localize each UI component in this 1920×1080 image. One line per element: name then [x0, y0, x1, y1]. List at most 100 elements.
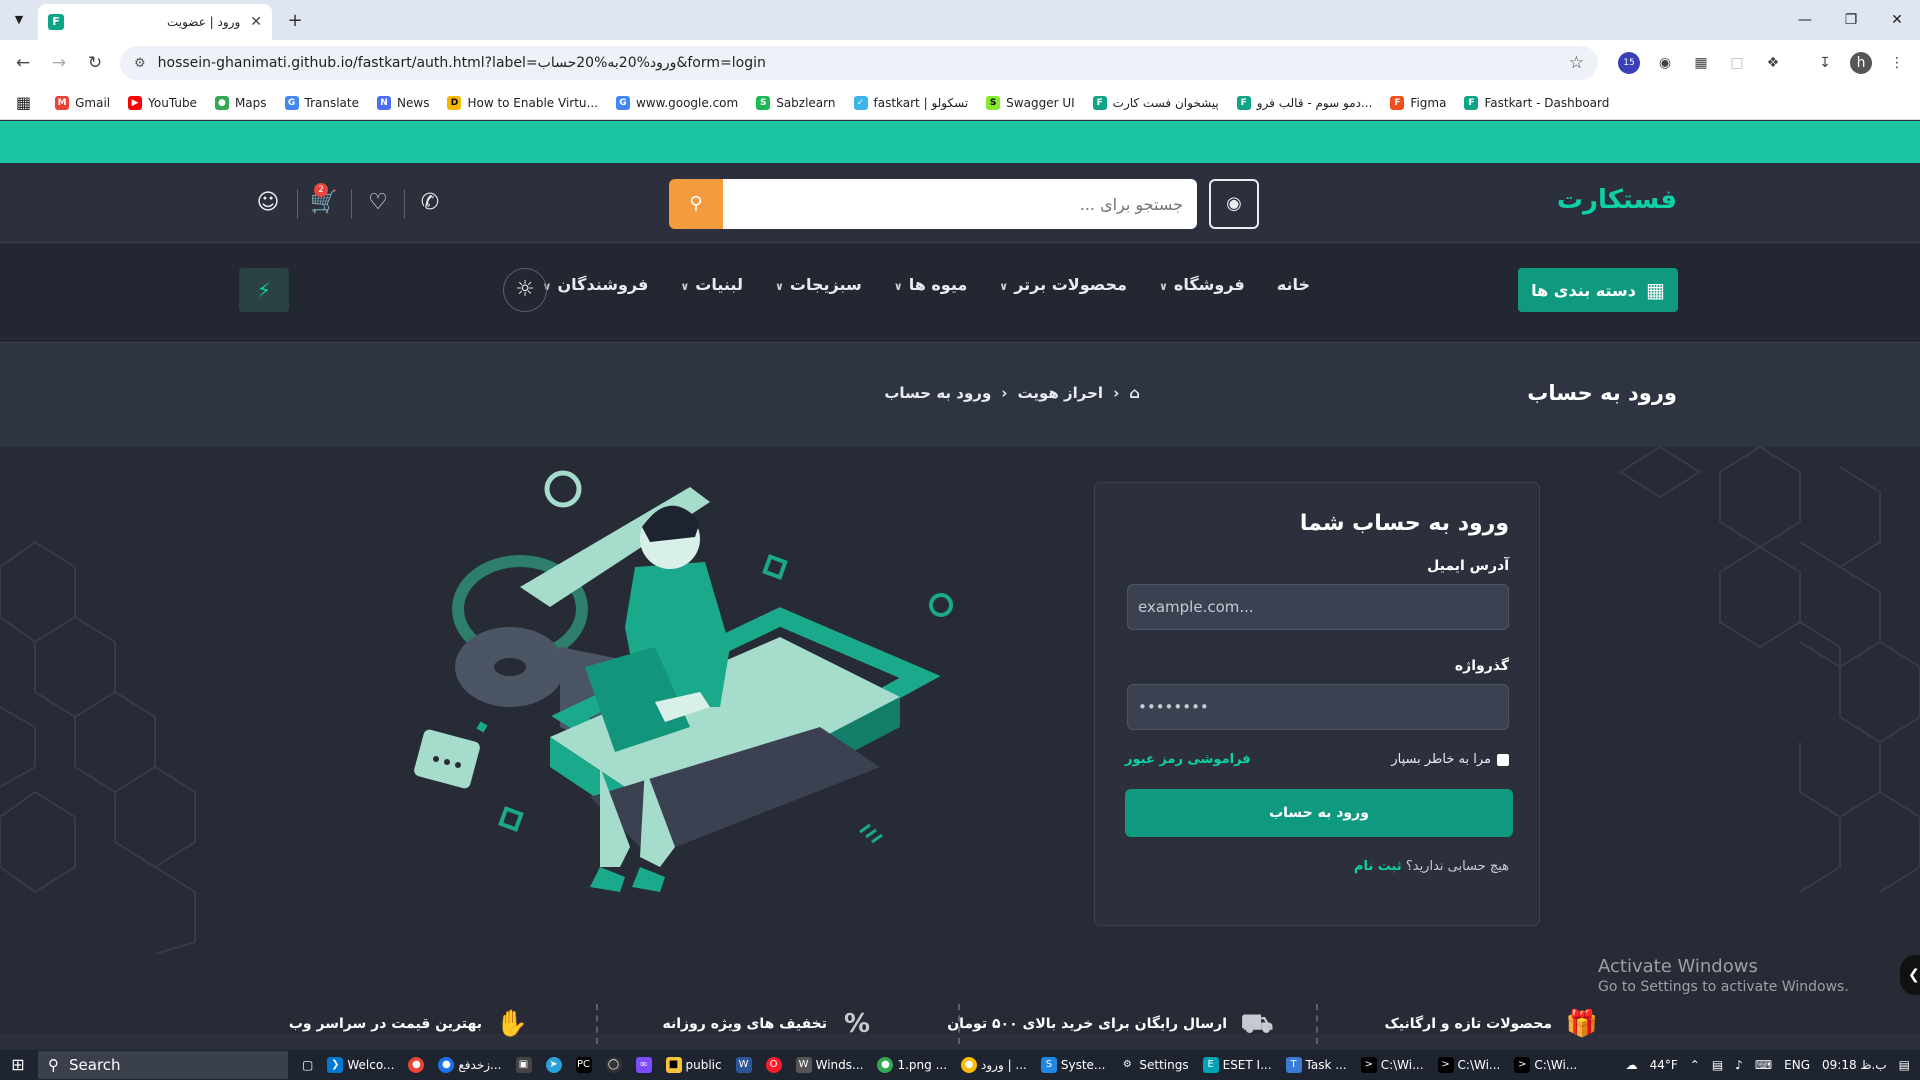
browser-tab[interactable]: F ورود | عضویت ✕ [38, 4, 272, 40]
minimize-icon[interactable]: — [1782, 0, 1828, 40]
extensions-puzzle-icon[interactable]: ❖ [1762, 52, 1784, 74]
taskbar-app-pycharm[interactable]: PC [575, 1057, 592, 1073]
bookmark-google[interactable]: Gwww.google.com [615, 95, 738, 110]
taskbar-app-chrome[interactable]: ● [408, 1057, 425, 1073]
nav-item-fruits[interactable]: میوه ها ∨ [894, 275, 968, 294]
lightning-icon[interactable]: ⚡ [239, 268, 289, 312]
bookmark-sabzlearn[interactable]: S Sabzlearn [756, 95, 836, 110]
apps-grid-icon[interactable]: ▦ [16, 93, 31, 112]
site-info-icon[interactable]: ⚙ [134, 56, 146, 71]
taskbar-search[interactable]: ⚲ Search [38, 1051, 288, 1079]
nav-item-dairy[interactable]: لبنیات ∨ [680, 275, 743, 294]
location-pin-icon[interactable]: ◉ [1209, 179, 1259, 229]
no-account-text: هیچ حسابی ندارید؟ [1405, 859, 1509, 874]
forgot-password-link[interactable]: فراموشی رمز عبور [1125, 752, 1251, 767]
home-icon[interactable]: ⌂ [1129, 384, 1140, 402]
language-indicator[interactable]: ENG [1784, 1058, 1810, 1072]
bookmark-fastkart-dashboard[interactable]: F Fastkart - Dashboard [1464, 95, 1609, 110]
bookmark-gmail[interactable]: M Gmail [55, 95, 110, 110]
volume-icon[interactable]: ♪ [1735, 1058, 1743, 1072]
breadcrumb-auth[interactable]: احراز هویت [1017, 384, 1103, 402]
notifications-icon[interactable]: ▤ [1899, 1058, 1910, 1072]
search-input[interactable] [723, 179, 1197, 229]
bookmark-fastkart-taskolo[interactable]: ✓ fastkart | تسکولو [853, 95, 968, 110]
extension-blank-icon[interactable]: □ [1726, 52, 1748, 74]
url-text[interactable]: hossein-ghanimati.github.io/fastkart/aut… [158, 55, 1569, 71]
weather-icon[interactable]: ☁ [1626, 1058, 1638, 1072]
network-icon[interactable]: ▤ [1712, 1058, 1723, 1072]
taskbar-app-telegram[interactable]: ➤ [545, 1057, 562, 1073]
sun-theme-icon[interactable]: ☼ [503, 268, 547, 312]
signup-link[interactable]: ثبت نام [1354, 859, 1402, 874]
taskbar-app-login[interactable]: ● ورود | ... [961, 1057, 1027, 1073]
taskbar-app-image[interactable]: ● 1.png ... [877, 1057, 947, 1073]
taskbar-app-task[interactable]: T Task ... [1285, 1057, 1347, 1073]
clock[interactable]: 09:18 ب.ظ [1822, 1058, 1887, 1072]
phone-icon[interactable]: ✆ [412, 185, 448, 221]
downloads-icon[interactable]: ↧ [1814, 52, 1836, 74]
extension-calendar-icon[interactable]: ▦ [1690, 52, 1712, 74]
password-field[interactable]: •••••••• [1127, 684, 1509, 730]
taskbar-app-github[interactable]: ◯ [605, 1057, 622, 1073]
browser-menu-icon[interactable]: ⋮ [1886, 52, 1908, 74]
tray-chevron-up-icon[interactable]: ⌃ [1690, 1058, 1700, 1072]
taskbar-app-windsurf[interactable]: W Winds... [795, 1057, 863, 1073]
bookmark-dashboard-fa[interactable]: F پیشخوان فست کارت [1092, 95, 1219, 110]
close-tab-icon[interactable]: ✕ [250, 14, 262, 30]
taskbar-app-cmd3[interactable]: > C:\Wi... [1514, 1057, 1577, 1073]
task-view-icon[interactable]: ▢ [302, 1058, 313, 1072]
email-field[interactable]: example.com... [1127, 584, 1509, 630]
taskbar-app-word[interactable]: W [735, 1057, 752, 1073]
heart-icon[interactable]: ♡ [360, 185, 396, 221]
bookmarks-bar: ▦ M Gmail ▶ YouTube ● Maps G Translate N News… [0, 86, 1920, 120]
nav-item-vegetables[interactable]: سبزیجات ∨ [775, 275, 862, 294]
new-tab-button[interactable]: + [282, 8, 308, 34]
chevron-left-icon[interactable]: ❮ [1900, 955, 1920, 995]
taskbar-app-explorer[interactable]: ■ public [665, 1057, 722, 1073]
back-icon[interactable]: ← [10, 50, 36, 76]
taskbar-app-opera[interactable]: O [765, 1057, 782, 1073]
site-logo[interactable]: فستکارت [1557, 185, 1677, 215]
profile-avatar[interactable]: h [1850, 52, 1872, 74]
checkbox-box[interactable] [1497, 753, 1509, 766]
categories-button[interactable]: ▦ دسته بندی ها [1518, 268, 1678, 312]
taskbar-app-cmd2[interactable]: > C:\Wi... [1437, 1057, 1500, 1073]
close-window-icon[interactable]: ✕ [1874, 0, 1920, 40]
taskbar-app-system[interactable]: S Syste... [1040, 1057, 1105, 1073]
taskbar-app-vs[interactable]: ∞ [635, 1057, 652, 1073]
bookmark-demo[interactable]: F دمو سوم - قالب فرو... [1236, 95, 1372, 110]
nav-item-sellers[interactable]: فروشندگان∨ [543, 275, 649, 294]
bookmark-maps[interactable]: ● Maps [214, 95, 267, 110]
user-icon[interactable]: ☺ [250, 185, 286, 221]
nav-item-top-products[interactable]: محصولات برتر ∨ [999, 275, 1127, 294]
tab-search-button[interactable]: ▼ [6, 7, 32, 33]
temperature[interactable]: 44°F [1650, 1058, 1678, 1072]
address-bar[interactable]: ⚙ hossein-ghanimati.github.io/fastkart/a… [120, 46, 1598, 80]
forward-icon[interactable]: → [46, 50, 72, 76]
taskbar-app-chrome-fa[interactable]: ● زخدفع... [438, 1057, 502, 1073]
bookmark-star-icon[interactable]: ☆ [1569, 53, 1584, 73]
bookmark-translate[interactable]: G Translate [284, 95, 359, 110]
bookmark-news[interactable]: N News [377, 95, 430, 110]
bookmark-label: News [397, 95, 430, 110]
taskbar-app-settings[interactable]: ⚙ Settings [1119, 1057, 1189, 1073]
search-icon[interactable]: ⚲ [669, 179, 723, 229]
extension-badge-icon[interactable]: 15 [1618, 52, 1640, 74]
windows-start-icon[interactable]: ⊞ [6, 1053, 30, 1077]
taskbar-app-cmd1[interactable]: > C:\Wi... [1360, 1057, 1424, 1073]
remember-me-checkbox[interactable]: مرا به خاطر بسپار [1391, 752, 1509, 767]
restore-icon[interactable]: ❐ [1828, 0, 1874, 40]
bookmark-youtube[interactable]: ▶ YouTube [128, 95, 197, 110]
bookmark-virtualization[interactable]: D How to Enable Virtu... [447, 95, 598, 110]
bookmark-figma[interactable]: F Figma [1390, 95, 1446, 110]
taskbar-app-vscode[interactable]: ❯ Welco... [327, 1057, 394, 1073]
keyboard-icon[interactable]: ⌨ [1755, 1058, 1772, 1072]
login-submit-button[interactable]: ورود به حساب [1125, 789, 1513, 837]
taskbar-app-eset[interactable]: E ESET I... [1202, 1057, 1272, 1073]
reload-icon[interactable]: ↻ [82, 50, 108, 76]
taskbar-app-store[interactable]: ▣ [515, 1057, 532, 1073]
nav-item-shop[interactable]: فروشگاه ∨ [1159, 275, 1245, 294]
extension-icon[interactable]: ◉ [1654, 52, 1676, 74]
bookmark-swagger[interactable]: S Swagger UI [986, 95, 1075, 110]
nav-item-home[interactable]: خانه [1277, 275, 1310, 294]
